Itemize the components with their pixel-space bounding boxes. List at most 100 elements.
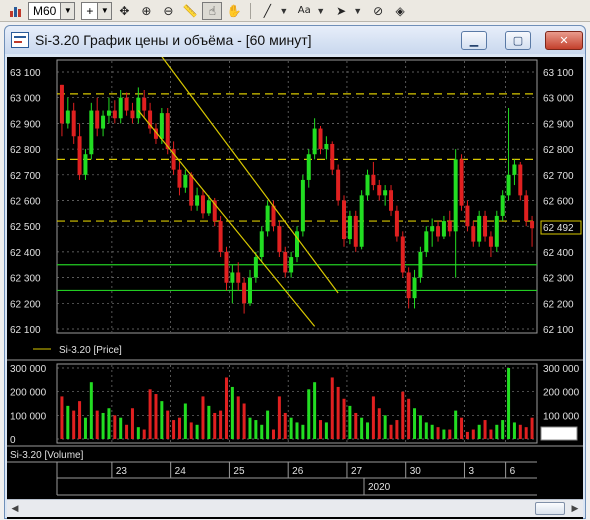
- price-tick-label: 62 400: [543, 248, 574, 259]
- scrollbar-thumb[interactable]: [535, 502, 565, 515]
- date-label: 26: [292, 466, 304, 477]
- close-icon: ✕: [559, 34, 569, 47]
- price-tick-label: 62 700: [10, 171, 41, 182]
- volume-bar: [89, 382, 93, 439]
- volume-bar: [301, 424, 305, 439]
- zoom-out-icon[interactable]: ⊖: [158, 2, 178, 20]
- volume-bar: [489, 429, 493, 439]
- volume-bar: [60, 396, 64, 439]
- volume-bar: [442, 429, 446, 439]
- volume-bar: [72, 410, 76, 439]
- minimize-button[interactable]: ▁: [461, 31, 487, 50]
- price-tick-label: 63 100: [10, 68, 41, 79]
- close-button[interactable]: ✕: [545, 31, 583, 50]
- volume-bar: [524, 427, 528, 439]
- candle-body: [130, 110, 135, 119]
- chevron-down-icon[interactable]: ▼: [279, 6, 288, 16]
- volume-bar: [313, 382, 317, 439]
- horizontal-scrollbar[interactable]: ◀ ▶: [7, 499, 583, 517]
- candle-body: [230, 272, 235, 283]
- candle-body: [112, 110, 117, 119]
- current-price-label: 62 492: [543, 223, 574, 234]
- candle-body: [218, 221, 223, 252]
- scroll-right-icon[interactable]: ▶: [567, 500, 583, 517]
- chart-area[interactable]: 63 100 63 000 62 900 62 800 62 700 62 600 62 5…: [7, 57, 583, 519]
- candle-body: [259, 231, 264, 258]
- price-volume-chart[interactable]: 63 100 63 000 62 900 62 800 62 700 62 600 62 5…: [7, 57, 583, 499]
- arrow-shape-icon[interactable]: ➤: [331, 2, 351, 20]
- price-tick-label: 62 500: [10, 222, 41, 233]
- select-hand-icon[interactable]: ☝: [202, 1, 223, 20]
- chart-type-icon[interactable]: [6, 2, 26, 20]
- chevron-down-icon[interactable]: ▼: [97, 2, 112, 19]
- minimize-icon: ▁: [469, 34, 479, 47]
- price-tick-label: 62 600: [10, 197, 41, 208]
- chart-window-icon: [11, 32, 29, 48]
- chart-window: Si-3.20 График цены и объёма - [60 минут…: [4, 25, 586, 519]
- volume-bar: [130, 408, 134, 439]
- volume-bar: [430, 424, 434, 439]
- crosshair-tool-select[interactable]: + ▼: [81, 1, 113, 20]
- trendline-icon[interactable]: ╱: [257, 2, 277, 20]
- text-tool-icon[interactable]: Aa: [294, 2, 314, 20]
- price-tick-label: 63 000: [10, 94, 41, 105]
- candle-body: [124, 97, 129, 111]
- candle-body: [118, 97, 123, 119]
- scroll-left-icon[interactable]: ◀: [7, 500, 23, 517]
- price-tick-label: 62 100: [543, 325, 574, 336]
- price-tick-label: 63 000: [543, 94, 574, 105]
- candle-body: [424, 231, 429, 252]
- volume-bar: [483, 420, 487, 439]
- interval-select[interactable]: M60 ▼: [28, 1, 76, 20]
- candle-body: [136, 97, 141, 119]
- zoom-in-icon[interactable]: ⊕: [136, 2, 156, 20]
- crosshair-icon: +: [86, 3, 94, 18]
- volume-bar: [418, 415, 422, 439]
- volume-bar: [271, 429, 275, 439]
- hide-objects-icon[interactable]: ⊘: [368, 2, 388, 20]
- volume-bar: [177, 417, 181, 439]
- volume-axis-left: 300 000 200 000 100 000 0: [10, 364, 47, 446]
- window-titlebar[interactable]: Si-3.20 График цены и объёма - [60 минут…: [5, 26, 585, 54]
- volume-bar: [395, 420, 399, 439]
- candle-body: [494, 215, 499, 247]
- volume-bar: [295, 422, 299, 439]
- volume-axis-right: 300 000 200 000 100 000: [543, 364, 580, 422]
- price-tick-label: 62 300: [543, 274, 574, 285]
- candle-body: [106, 110, 111, 116]
- volume-bar: [360, 417, 364, 439]
- candle-body: [400, 236, 405, 273]
- chevron-down-icon[interactable]: ▼: [60, 2, 75, 19]
- volume-bar: [283, 412, 287, 439]
- eraser-icon[interactable]: ◈: [390, 2, 410, 20]
- volume-bar: [148, 389, 152, 439]
- volume-bar: [289, 417, 293, 439]
- volume-tick-label: 100 000: [10, 411, 47, 422]
- ruler-icon[interactable]: 📏: [180, 2, 200, 20]
- maximize-button[interactable]: ▢: [505, 31, 531, 50]
- volume-bar: [460, 417, 464, 439]
- candle-body: [265, 205, 270, 232]
- volume-tick-label: 300 000: [543, 364, 580, 375]
- chevron-down-icon[interactable]: ▼: [316, 6, 325, 16]
- candle-body: [159, 113, 164, 139]
- volume-bar: [101, 412, 105, 439]
- volume-bar: [477, 424, 481, 439]
- volume-bar: [248, 417, 252, 439]
- volume-bar: [330, 377, 334, 439]
- volume-bar: [465, 431, 469, 439]
- chevron-down-icon[interactable]: ▼: [353, 6, 362, 16]
- pan-hand-icon[interactable]: ✋: [224, 2, 244, 20]
- candle-body: [365, 174, 370, 196]
- move-icon[interactable]: ✥: [114, 2, 134, 20]
- volume-bar: [436, 427, 440, 439]
- price-tick-label: 62 100: [10, 325, 41, 336]
- window-title: Si-3.20 График цены и объёма - [60 минут…: [35, 32, 312, 48]
- interval-value: M60: [33, 3, 57, 18]
- volume-bar: [407, 398, 411, 439]
- volume-bar: [66, 405, 70, 439]
- candle-body: [89, 110, 94, 155]
- candle-body: [283, 251, 288, 273]
- price-axis-left: 63 100 63 000 62 900 62 800 62 700 62 600 62 5…: [10, 68, 41, 336]
- candle-body: [59, 84, 64, 124]
